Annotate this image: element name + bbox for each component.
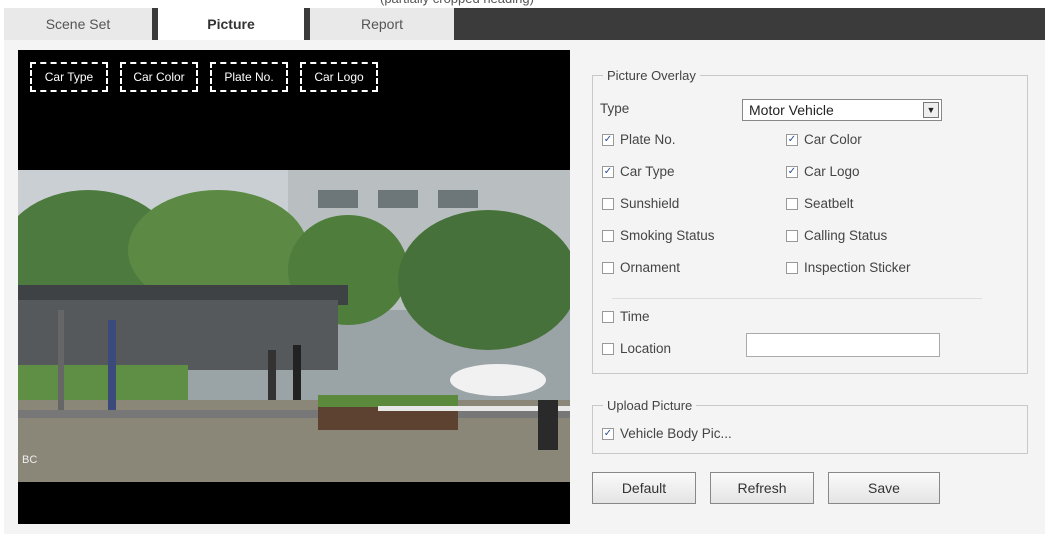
upload-picture-legend: Upload Picture bbox=[607, 398, 693, 413]
picture-overlay-legend: Picture Overlay bbox=[607, 68, 696, 83]
checkmark-icon[interactable]: ✓ bbox=[602, 427, 614, 440]
main-panel: Car Type Car Color Plate No. Car Logo BC… bbox=[4, 40, 1045, 534]
checkmark-icon[interactable]: ✓ bbox=[602, 133, 614, 146]
checkmark-icon[interactable]: ✓ bbox=[602, 165, 614, 178]
checkbox-car-type[interactable]: ✓ Car Type bbox=[602, 164, 675, 179]
checkmark-icon[interactable]: ✓ bbox=[786, 133, 798, 146]
checkbox-empty-icon[interactable] bbox=[602, 261, 614, 274]
checkbox-seatbelt[interactable]: Seatbelt bbox=[786, 196, 854, 211]
checkbox-calling-status[interactable]: Calling Status bbox=[786, 228, 887, 243]
checkbox-empty-icon[interactable] bbox=[602, 197, 614, 210]
chevron-down-icon[interactable]: ▼ bbox=[923, 102, 939, 118]
checkbox-label: Inspection Sticker bbox=[804, 260, 911, 275]
checkbox-label: Time bbox=[620, 309, 650, 324]
camera-label: BC bbox=[22, 454, 38, 466]
divider bbox=[612, 298, 982, 299]
tab-picture[interactable]: Picture bbox=[158, 8, 304, 40]
checkbox-label: Ornament bbox=[620, 260, 681, 275]
checkbox-empty-icon[interactable] bbox=[602, 229, 614, 242]
checkbox-inspection-sticker[interactable]: Inspection Sticker bbox=[786, 260, 911, 275]
checkbox-empty-icon[interactable] bbox=[602, 342, 614, 355]
type-select[interactable]: Motor Vehicle ▼ bbox=[742, 99, 942, 121]
checkbox-time[interactable]: Time bbox=[602, 309, 650, 324]
checkbox-label: Car Color bbox=[804, 132, 862, 147]
overlay-box-car-color[interactable]: Car Color bbox=[120, 62, 198, 92]
checkbox-label: Smoking Status bbox=[620, 228, 715, 243]
checkbox-label: Location bbox=[620, 341, 672, 356]
top-cropped-text: (partially cropped heading) bbox=[380, 0, 860, 8]
overlay-box-car-type[interactable]: Car Type bbox=[30, 62, 108, 92]
checkbox-ornament[interactable]: Ornament bbox=[602, 260, 680, 275]
save-button[interactable]: Save bbox=[828, 472, 940, 504]
checkbox-vehicle-body-pic[interactable]: ✓ Vehicle Body Pic... bbox=[602, 426, 732, 441]
checkbox-label: Car Type bbox=[620, 164, 675, 179]
checkbox-car-color[interactable]: ✓ Car Color bbox=[786, 132, 862, 147]
checkbox-label: Calling Status bbox=[804, 228, 888, 243]
tab-bar: Scene Set Picture Report bbox=[4, 8, 1045, 40]
checkbox-plate-no[interactable]: ✓ Plate No. bbox=[602, 132, 676, 147]
checkbox-location[interactable]: Location bbox=[602, 341, 671, 356]
overlay-box-plate-no[interactable]: Plate No. bbox=[210, 62, 288, 92]
overlay-box-car-logo[interactable]: Car Logo bbox=[300, 62, 378, 92]
checkbox-label: Plate No. bbox=[620, 132, 676, 147]
checkbox-label: Seatbelt bbox=[804, 196, 854, 211]
checkbox-empty-icon[interactable] bbox=[786, 261, 798, 274]
refresh-button[interactable]: Refresh bbox=[710, 472, 814, 504]
checkbox-sunshield[interactable]: Sunshield bbox=[602, 196, 679, 211]
checkbox-label: Vehicle Body Pic... bbox=[620, 426, 732, 441]
checkbox-smoking-status[interactable]: Smoking Status bbox=[602, 228, 715, 243]
checkbox-empty-icon[interactable] bbox=[786, 229, 798, 242]
config-panel: Picture Overlay Type Motor Vehicle ▼ ✓ P… bbox=[582, 50, 1032, 524]
type-select-value: Motor Vehicle bbox=[749, 102, 834, 118]
checkmark-icon[interactable]: ✓ bbox=[786, 165, 798, 178]
checkbox-empty-icon[interactable] bbox=[786, 197, 798, 210]
tab-report[interactable]: Report bbox=[310, 8, 454, 40]
checkbox-car-logo[interactable]: ✓ Car Logo bbox=[786, 164, 860, 179]
checkbox-label: Sunshield bbox=[620, 196, 680, 211]
tab-scene-set[interactable]: Scene Set bbox=[4, 8, 152, 40]
default-button[interactable]: Default bbox=[592, 472, 696, 504]
checkbox-label: Car Logo bbox=[804, 164, 860, 179]
checkbox-empty-icon[interactable] bbox=[602, 310, 614, 323]
video-preview: Car Type Car Color Plate No. Car Logo BC bbox=[18, 50, 570, 524]
location-input[interactable] bbox=[746, 333, 940, 357]
type-label: Type bbox=[600, 101, 630, 116]
camera-scene-image bbox=[18, 170, 570, 482]
